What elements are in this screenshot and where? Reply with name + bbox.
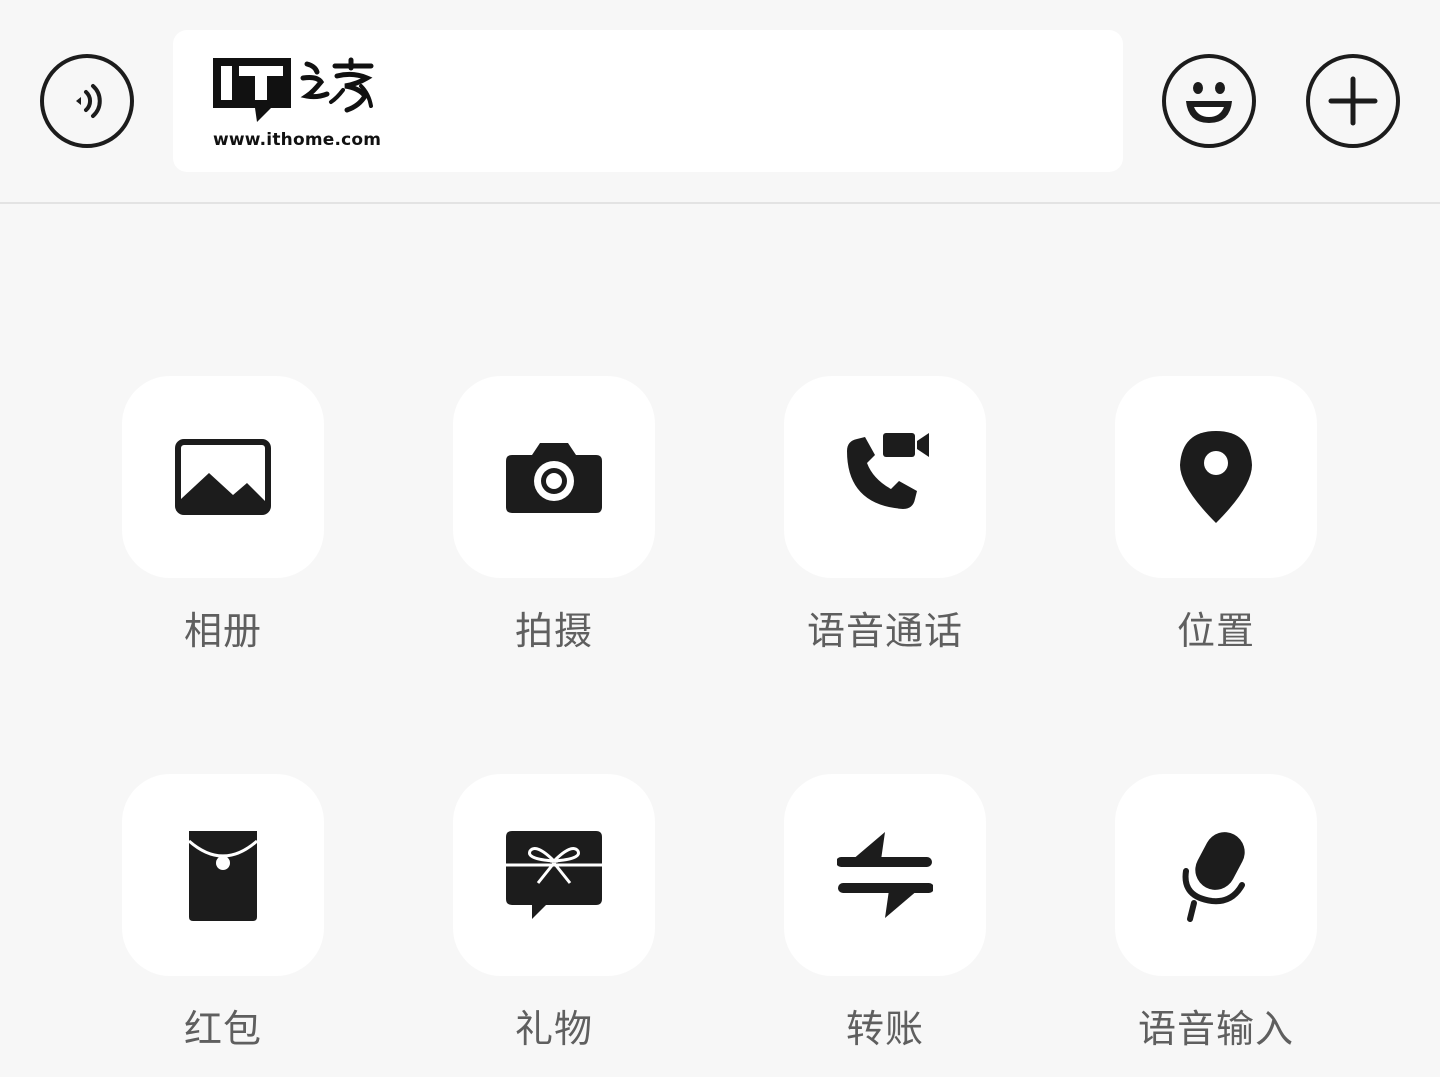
feature-album-tile[interactable]	[122, 376, 324, 578]
feature-label: 语音通话	[806, 609, 963, 653]
location-pin-icon	[1180, 431, 1252, 523]
feature-label: 红包	[183, 1007, 262, 1051]
feature-camera[interactable]: 拍摄	[453, 376, 655, 655]
transfer-icon	[837, 832, 933, 918]
ithome-watermark: www.ithome.com	[213, 56, 383, 156]
plus-icon	[1328, 76, 1378, 126]
feature-red-packet-tile[interactable]	[122, 774, 324, 976]
feature-label: 拍摄	[514, 609, 593, 653]
feature-label: 转账	[845, 1007, 924, 1051]
more-functions-button[interactable]	[1306, 54, 1400, 148]
feature-voice-input-tile[interactable]	[1115, 774, 1317, 976]
ithome-url: www.ithome.com	[213, 130, 382, 150]
voice-input-icon	[76, 84, 102, 118]
feature-voice-call-tile[interactable]	[784, 376, 986, 578]
voice-mode-button[interactable]	[40, 54, 134, 148]
message-input[interactable]: www.ithome.com	[173, 30, 1123, 172]
feature-label: 位置	[1176, 609, 1255, 653]
feature-gift[interactable]: 礼物	[453, 774, 655, 1053]
feature-location-tile[interactable]	[1115, 376, 1317, 578]
emoji-button[interactable]	[1162, 54, 1256, 148]
feature-voice-input[interactable]: 语音输入	[1115, 774, 1317, 1053]
feature-album[interactable]: 相册	[122, 376, 324, 655]
feature-label: 相册	[183, 609, 262, 653]
feature-red-packet[interactable]: 红包	[122, 774, 324, 1053]
microphone-icon	[1182, 832, 1245, 922]
feature-gift-tile[interactable]	[453, 774, 655, 976]
emoji-icon	[1186, 82, 1232, 123]
ithome-logo-icon	[213, 57, 374, 122]
chat-input-bar: www.ithome.com	[0, 0, 1440, 204]
photo-album-icon	[175, 439, 271, 515]
feature-voice-call[interactable]: 语音通话	[784, 376, 986, 655]
feature-label: 礼物	[514, 1007, 593, 1051]
feature-label: 语音输入	[1137, 1007, 1294, 1051]
feature-transfer-tile[interactable]	[784, 774, 986, 976]
red-packet-icon	[188, 831, 258, 921]
voice-video-call-icon	[847, 433, 929, 509]
camera-icon	[506, 443, 602, 513]
function-panel: 相册 拍摄 语音通话 位置 红包 礼物 转账 语音输入	[0, 204, 1440, 1077]
feature-transfer[interactable]: 转账	[784, 774, 986, 1053]
feature-location[interactable]: 位置	[1115, 376, 1317, 655]
gift-icon	[506, 831, 602, 919]
feature-camera-tile[interactable]	[453, 376, 655, 578]
